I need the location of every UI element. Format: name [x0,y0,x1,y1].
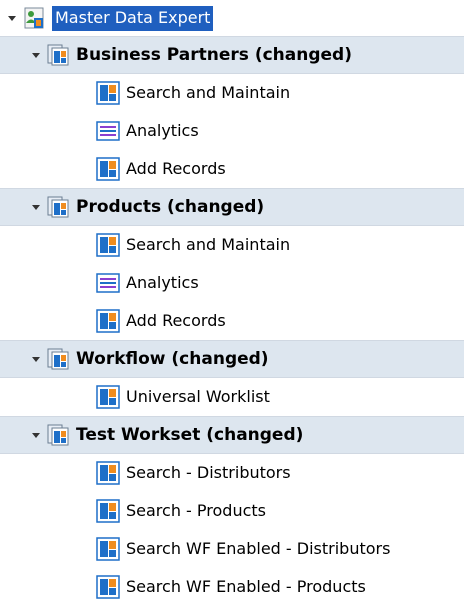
iview-icon [96,499,120,523]
iview-search-products[interactable]: Search - Products [0,492,464,530]
iview-icon [96,461,120,485]
iview-icon [96,537,120,561]
portal-navigation-tree: Master Data Expert Business Partners (ch… [0,0,464,612]
tree-root-node[interactable]: Master Data Expert [0,0,464,36]
expand-arrow-icon[interactable] [30,49,42,61]
expand-arrow-icon[interactable] [30,353,42,365]
list-icon [96,271,120,295]
workset-label: Business Partners (changed) [76,45,352,65]
iview-add-records[interactable]: Add Records [0,150,464,188]
iview-analytics[interactable]: Analytics [0,264,464,302]
tree-root-label: Master Data Expert [52,5,214,31]
iview-search-and-maintain[interactable]: Search and Maintain [0,74,464,112]
iview-label: Search and Maintain [126,235,291,254]
iview-icon [96,81,120,105]
users-folder-icon [22,6,46,30]
list-icon [96,119,120,143]
iview-universal-worklist[interactable]: Universal Worklist [0,378,464,416]
iview-search-and-maintain[interactable]: Search and Maintain [0,226,464,264]
iview-label: Analytics [126,273,199,292]
workset-label: Test Workset (changed) [76,425,304,445]
workset-products[interactable]: Products (changed) [0,188,464,226]
expand-arrow-icon[interactable] [30,429,42,441]
iview-icon [96,233,120,257]
iview-search-distributors[interactable]: Search - Distributors [0,454,464,492]
iview-label: Search WF Enabled - Distributors [126,539,391,558]
workset-workflow[interactable]: Workflow (changed) [0,340,464,378]
iview-search-wf-enabled-distributors[interactable]: Search WF Enabled - Distributors [0,530,464,568]
iview-label: Add Records [126,159,226,178]
expand-arrow-icon[interactable] [6,12,18,24]
iview-label: Search - Distributors [126,463,291,482]
iview-label: Search - Products [126,501,266,520]
iview-icon [96,309,120,333]
iview-label: Universal Worklist [126,387,270,406]
workset-label: Products (changed) [76,197,265,217]
workset-icon [46,195,70,219]
iview-icon [96,575,120,599]
workset-business-partners[interactable]: Business Partners (changed) [0,36,464,74]
iview-icon [96,157,120,181]
workset-icon [46,43,70,67]
iview-label: Search WF Enabled - Products [126,577,366,596]
iview-label: Analytics [126,121,199,140]
iview-label: Search and Maintain [126,83,291,102]
iview-icon [96,385,120,409]
workset-icon [46,347,70,371]
iview-analytics[interactable]: Analytics [0,112,464,150]
iview-add-records[interactable]: Add Records [0,302,464,340]
workset-label: Workflow (changed) [76,349,269,369]
workset-icon [46,423,70,447]
iview-label: Add Records [126,311,226,330]
workset-test-workset[interactable]: Test Workset (changed) [0,416,464,454]
iview-search-wf-enabled-products[interactable]: Search WF Enabled - Products [0,568,464,606]
expand-arrow-icon[interactable] [30,201,42,213]
